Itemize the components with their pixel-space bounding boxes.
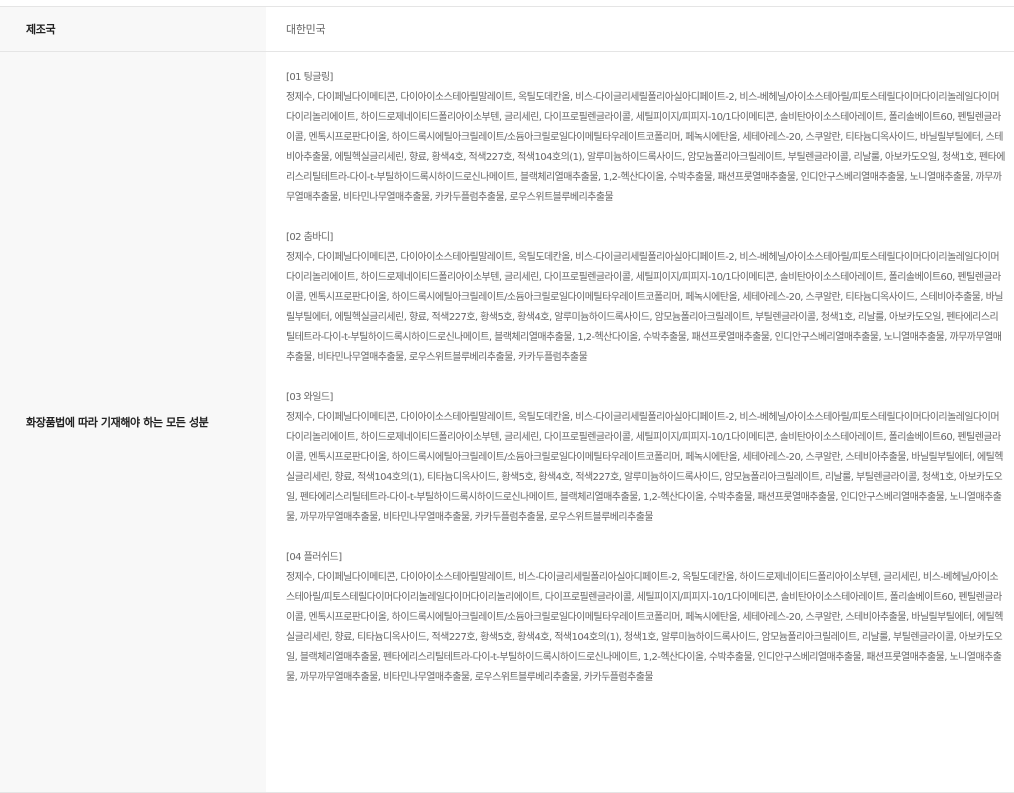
ingredient-variant-01: [01 팅글링] 정제수, 다이페닐다이메티콘, 다이아이소스테아릴말레이트, … (286, 68, 1006, 208)
table-row-country: 제조국 대한민국 (0, 7, 1014, 52)
variant-title: [03 와일드] (286, 392, 333, 403)
table-row-ingredients: 화장품법에 따라 기재해야 하는 모든 성분 [01 팅글링] 정제수, 다이페… (0, 52, 1014, 793)
ingredient-variant-04: [04 플러쉬드] 정제수, 다이페닐다이메티콘, 다이아이소스테아릴말레이트,… (286, 548, 1006, 688)
variant-title: [01 팅글링] (286, 72, 333, 83)
ingredients-value: [01 팅글링] 정제수, 다이페닐다이메티콘, 다이아이소스테아릴말레이트, … (266, 52, 1014, 792)
ingredient-variant-02: [02 춤바디] 정제수, 다이페닐다이메티콘, 다이아이소스테아릴말레이트, … (286, 228, 1006, 368)
country-label: 제조국 (0, 7, 266, 51)
ingredient-variant-03: [03 와일드] 정제수, 다이페닐다이메티콘, 다이아이소스테아릴말레이트, … (286, 388, 1006, 528)
variant-title: [02 춤바디] (286, 232, 333, 243)
product-info-table: 제조국 대한민국 화장품법에 따라 기재해야 하는 모든 성분 [01 팅글링]… (0, 6, 1014, 793)
variant-ingredients: 정제수, 다이페닐다이메티콘, 다이아이소스테아릴말레이트, 옥틸도데칸올, 비… (286, 252, 1004, 363)
variant-ingredients: 정제수, 다이페닐다이메티콘, 다이아이소스테아릴말레이트, 비스-다이글리세릴… (286, 572, 1004, 683)
variant-ingredients: 정제수, 다이페닐다이메티콘, 다이아이소스테아릴말레이트, 옥틸도데칸올, 비… (286, 92, 1006, 203)
variant-ingredients: 정제수, 다이페닐다이메티콘, 다이아이소스테아릴말레이트, 옥틸도데칸올, 비… (286, 412, 1004, 523)
ingredients-label: 화장품법에 따라 기재해야 하는 모든 성분 (0, 52, 266, 792)
variant-title: [04 플러쉬드] (286, 552, 342, 563)
country-value: 대한민국 (286, 23, 326, 36)
